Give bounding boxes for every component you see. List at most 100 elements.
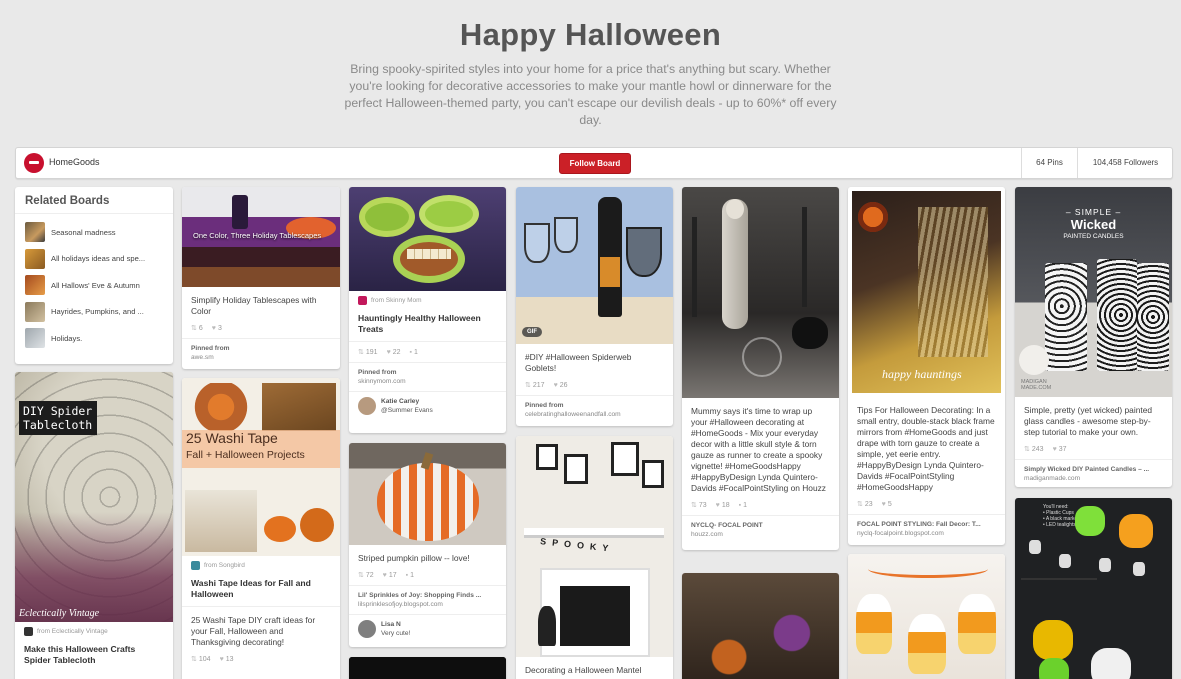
pin-card[interactable]: – SIMPLE – Wicked PAINTED CANDLES MADIGA… <box>1015 187 1172 487</box>
like-count[interactable]: ♥ 3 <box>212 324 222 332</box>
board-header: Happy Halloween Bring spooky-spirited st… <box>0 0 1181 145</box>
pin-source[interactable]: Pinned from skinnymom.com <box>349 362 506 391</box>
pin-image[interactable]: One Color, Three Holiday Tablescapes <box>182 187 340 287</box>
pin-description: Decorating a Halloween Mantel <box>525 665 642 675</box>
homegoods-logo-icon[interactable] <box>24 153 44 173</box>
comment-count[interactable]: ▪ 1 <box>739 501 747 509</box>
pin-card[interactable]: Mummy says it's time to wrap up your #Ha… <box>682 187 839 550</box>
like-count[interactable]: ♥ 26 <box>554 381 568 389</box>
pin-source[interactable]: Pinned from awe.sm <box>182 338 340 367</box>
pin-image[interactable]: – SIMPLE – Wicked PAINTED CANDLES MADIGA… <box>1015 187 1172 397</box>
related-board-item[interactable]: All holidays ideas and spe... <box>25 246 173 273</box>
gif-badge[interactable]: GIF <box>522 327 542 337</box>
repin-value: 23 <box>864 500 873 508</box>
pin-card[interactable]: happy hauntings Tips For Halloween Decor… <box>848 187 1005 545</box>
related-board-label: Hayrides, Pumpkins, and ... <box>51 307 144 317</box>
pin-title[interactable]: Make this Halloween Crafts Spider Tablec… <box>15 638 173 668</box>
pin-card[interactable]: GIF #DIY #Halloween Spiderweb Goblets! ⇅… <box>516 187 673 426</box>
via-text: from Skinny Mom <box>371 297 422 304</box>
like-count[interactable]: ♥ 18 <box>716 501 730 509</box>
pin-title[interactable]: Washi Tape Ideas for Fall and Halloween <box>182 572 340 602</box>
striped-pumpkin <box>377 463 479 541</box>
pin-card[interactable]: from Skinny Mom Hauntingly Healthy Hallo… <box>349 187 506 433</box>
pinner-info[interactable]: Katie Carley @Summer Evans <box>349 391 506 420</box>
board-owner-link[interactable]: HomeGoods <box>49 157 100 167</box>
like-count[interactable]: ♥ 13 <box>220 655 234 663</box>
related-boards-heading: Related Boards <box>15 187 173 214</box>
follower-count[interactable]: 104,458 Followers <box>1077 148 1173 178</box>
pinner-info[interactable]: Lisa N Very cute! <box>349 614 506 643</box>
apple-bite-shape <box>393 235 465 283</box>
pin-card[interactable]: DIY Spider Tablecloth Eclectically Vinta… <box>15 372 173 679</box>
pin-title[interactable]: Hauntingly Healthy Halloween Treats <box>349 307 506 337</box>
repin-count[interactable]: ⇅ 6 <box>191 324 203 333</box>
repin-count[interactable]: ⇅ 72 <box>358 571 374 580</box>
pinner-avatar[interactable] <box>358 397 376 415</box>
repin-count[interactable]: ⇅ 104 <box>191 655 211 664</box>
like-count[interactable]: ♥ 22 <box>387 348 401 356</box>
pin-card[interactable] <box>349 657 506 679</box>
pin-source[interactable]: NYCLQ- FOCAL POINT houzz.com <box>682 515 839 544</box>
pin-image[interactable] <box>349 187 506 291</box>
comment-value: 1 <box>410 571 415 579</box>
pin-card[interactable]: You'll need: • Plastic Cups • A black ma… <box>1015 498 1172 679</box>
pinner-avatar[interactable] <box>358 620 376 638</box>
repin-count[interactable]: ⇅ 243 <box>1024 445 1044 454</box>
like-count[interactable]: ♥ 5 <box>882 500 892 508</box>
pin-card[interactable]: 25 Washi Tape Fall + Halloween Projects … <box>182 378 340 679</box>
pin-source-via[interactable]: from Skinny Mom <box>349 291 506 307</box>
comment-icon: ▪ <box>409 348 412 356</box>
heart-icon: ♥ <box>553 381 558 389</box>
comment-count[interactable]: ▪ 1 <box>410 348 418 356</box>
pin-source-via[interactable]: from Songbird <box>182 556 340 572</box>
pin-overlay-title: DIY Spider Tablecloth <box>19 401 97 435</box>
repin-count[interactable]: ⇅ 73 <box>691 501 707 510</box>
pinner-board: @Summer Evans <box>381 407 433 414</box>
pin-card[interactable]: Striped pumpkin pillow -- love! ⇅ 72 ♥ 17 … <box>349 443 506 647</box>
pin-image[interactable] <box>682 573 839 679</box>
repin-icon: ⇅ <box>191 325 197 332</box>
pin-image[interactable]: SPOOKY <box>516 436 673 657</box>
pin-image[interactable] <box>682 187 839 398</box>
follow-board-button[interactable]: Follow Board <box>559 153 631 174</box>
related-board-item[interactable]: Hayrides, Pumpkins, and ... <box>25 299 173 326</box>
pin-card[interactable] <box>682 573 839 679</box>
pin-source-via[interactable]: from Eclectically Vintage <box>15 622 173 638</box>
pin-image[interactable]: GIF <box>516 187 673 344</box>
repin-count[interactable]: ⇅ 23 <box>857 500 873 509</box>
pin-card[interactable]: SPOOKY Decorating a Halloween Mantel <box>516 436 673 679</box>
related-board-item[interactable]: All Hallows' Eve & Autumn <box>25 272 173 299</box>
comment-count[interactable]: ▪ 1 <box>406 571 414 579</box>
glass-jar <box>742 337 782 377</box>
repin-count[interactable]: ⇅ 217 <box>525 381 545 390</box>
pin-source[interactable]: Pinned from celebratinghalloweenandfall.c… <box>516 395 673 424</box>
like-count[interactable]: ♥ 17 <box>383 571 397 579</box>
like-value: 13 <box>225 655 234 663</box>
source-title: FOCAL POINT STYLING: Fall Decor: T... <box>857 521 981 528</box>
repin-count[interactable]: ⇅ 191 <box>358 348 378 357</box>
pin-stats: ⇅ 243 ♥ 37 <box>1015 442 1172 459</box>
source-domain: madiganmade.com <box>1024 475 1081 482</box>
repin-value: 243 <box>1031 445 1044 453</box>
pin-source[interactable]: FOCAL POINT STYLING: Fall Decor: T... nyc… <box>848 514 1005 543</box>
leaf-photo <box>262 383 336 431</box>
pin-image[interactable]: DIY Spider Tablecloth Eclectically Vinta… <box>15 372 173 622</box>
pin-image[interactable] <box>349 657 506 679</box>
pin-image[interactable]: You'll need: • Plastic Cups • A black ma… <box>1015 498 1172 679</box>
pin-image[interactable] <box>848 554 1005 679</box>
pin-card[interactable] <box>848 554 1005 679</box>
pin-image[interactable]: 25 Washi Tape Fall + Halloween Projects <box>182 378 340 556</box>
like-count[interactable]: ♥ 37 <box>1053 445 1067 453</box>
pin-source[interactable]: Simply Wicked DIY Painted Candles – ... m… <box>1015 459 1172 487</box>
related-board-item[interactable]: Holidays. <box>25 325 173 352</box>
pin-overlay-title: One Color, Three Holiday Tablescapes <box>193 231 322 240</box>
related-board-item[interactable]: Seasonal madness <box>25 219 173 246</box>
pin-source[interactable]: Lil' Sprinkles of Joy: Shopping Finds ..… <box>349 585 506 614</box>
pin-image[interactable]: happy hauntings <box>848 187 1005 397</box>
pin-count[interactable]: 64 Pins <box>1021 148 1077 178</box>
pin-description: Mummy says it's time to wrap up your #Ha… <box>691 406 826 493</box>
source-domain: houzz.com <box>691 531 723 538</box>
pin-card[interactable]: One Color, Three Holiday Tablescapes Sim… <box>182 187 340 369</box>
pinner-name: Lisa N <box>381 621 401 628</box>
pin-image[interactable] <box>349 443 506 545</box>
